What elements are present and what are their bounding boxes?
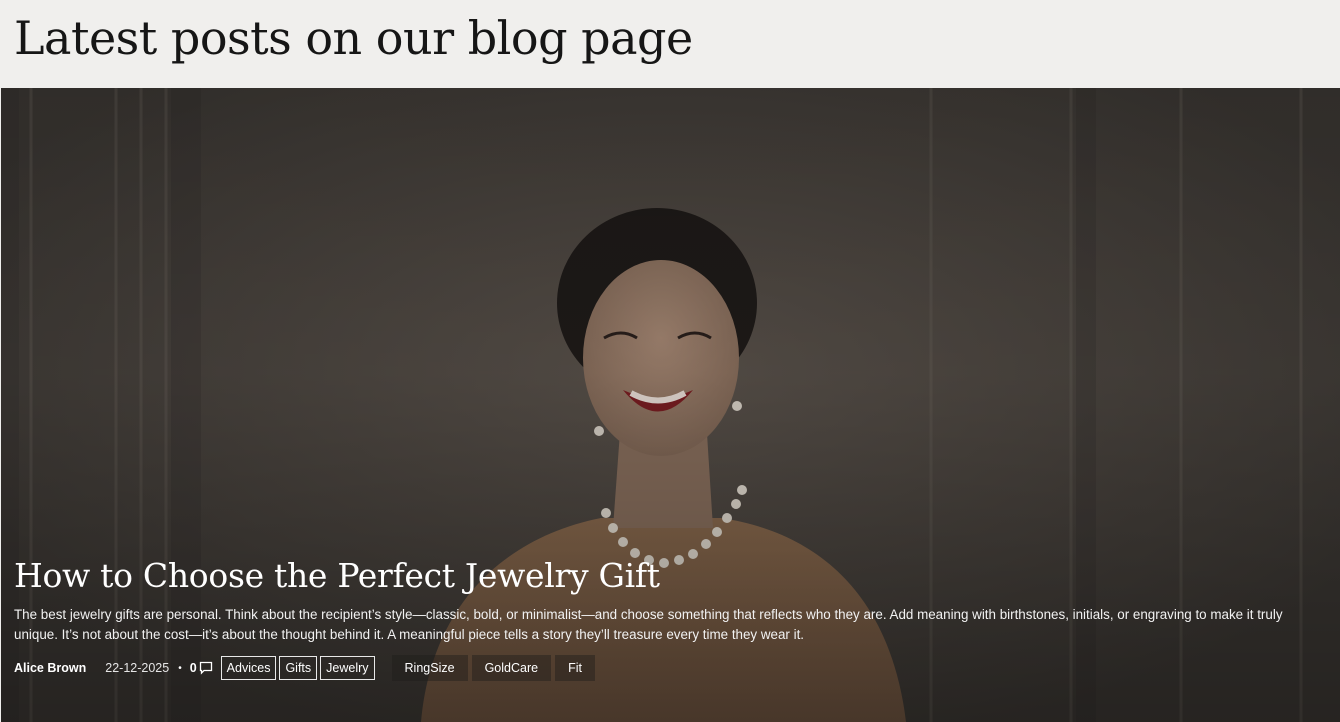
post-date: 22-12-2025 xyxy=(105,661,170,675)
category-advices[interactable]: Advices xyxy=(220,656,277,680)
tag-fit[interactable]: Fit xyxy=(555,655,595,681)
featured-post-card[interactable]: How to Choose the Perfect Jewelry Gift T… xyxy=(1,88,1340,722)
post-excerpt: The best jewelry gifts are personal. Thi… xyxy=(14,607,1283,642)
comment-icon[interactable] xyxy=(199,661,213,675)
author-link[interactable]: Alice Brown xyxy=(14,661,86,675)
page-title: Latest posts on our blog page xyxy=(14,11,693,65)
post-title-link[interactable]: How to Choose the Perfect Jewelry Gift xyxy=(14,554,660,598)
tag-ringsize[interactable]: RingSize xyxy=(391,655,468,681)
category-jewelry[interactable]: Jewelry xyxy=(320,656,375,680)
meta-separator: • xyxy=(178,662,182,674)
comment-count[interactable]: 0 xyxy=(190,661,197,675)
post-meta: Alice Brown 22-12-2025 • 0 Advices Gifts… xyxy=(14,655,595,681)
category-gifts[interactable]: Gifts xyxy=(279,656,318,680)
page-header: Latest posts on our blog page xyxy=(0,0,1340,88)
tag-goldcare[interactable]: GoldCare xyxy=(471,655,552,681)
